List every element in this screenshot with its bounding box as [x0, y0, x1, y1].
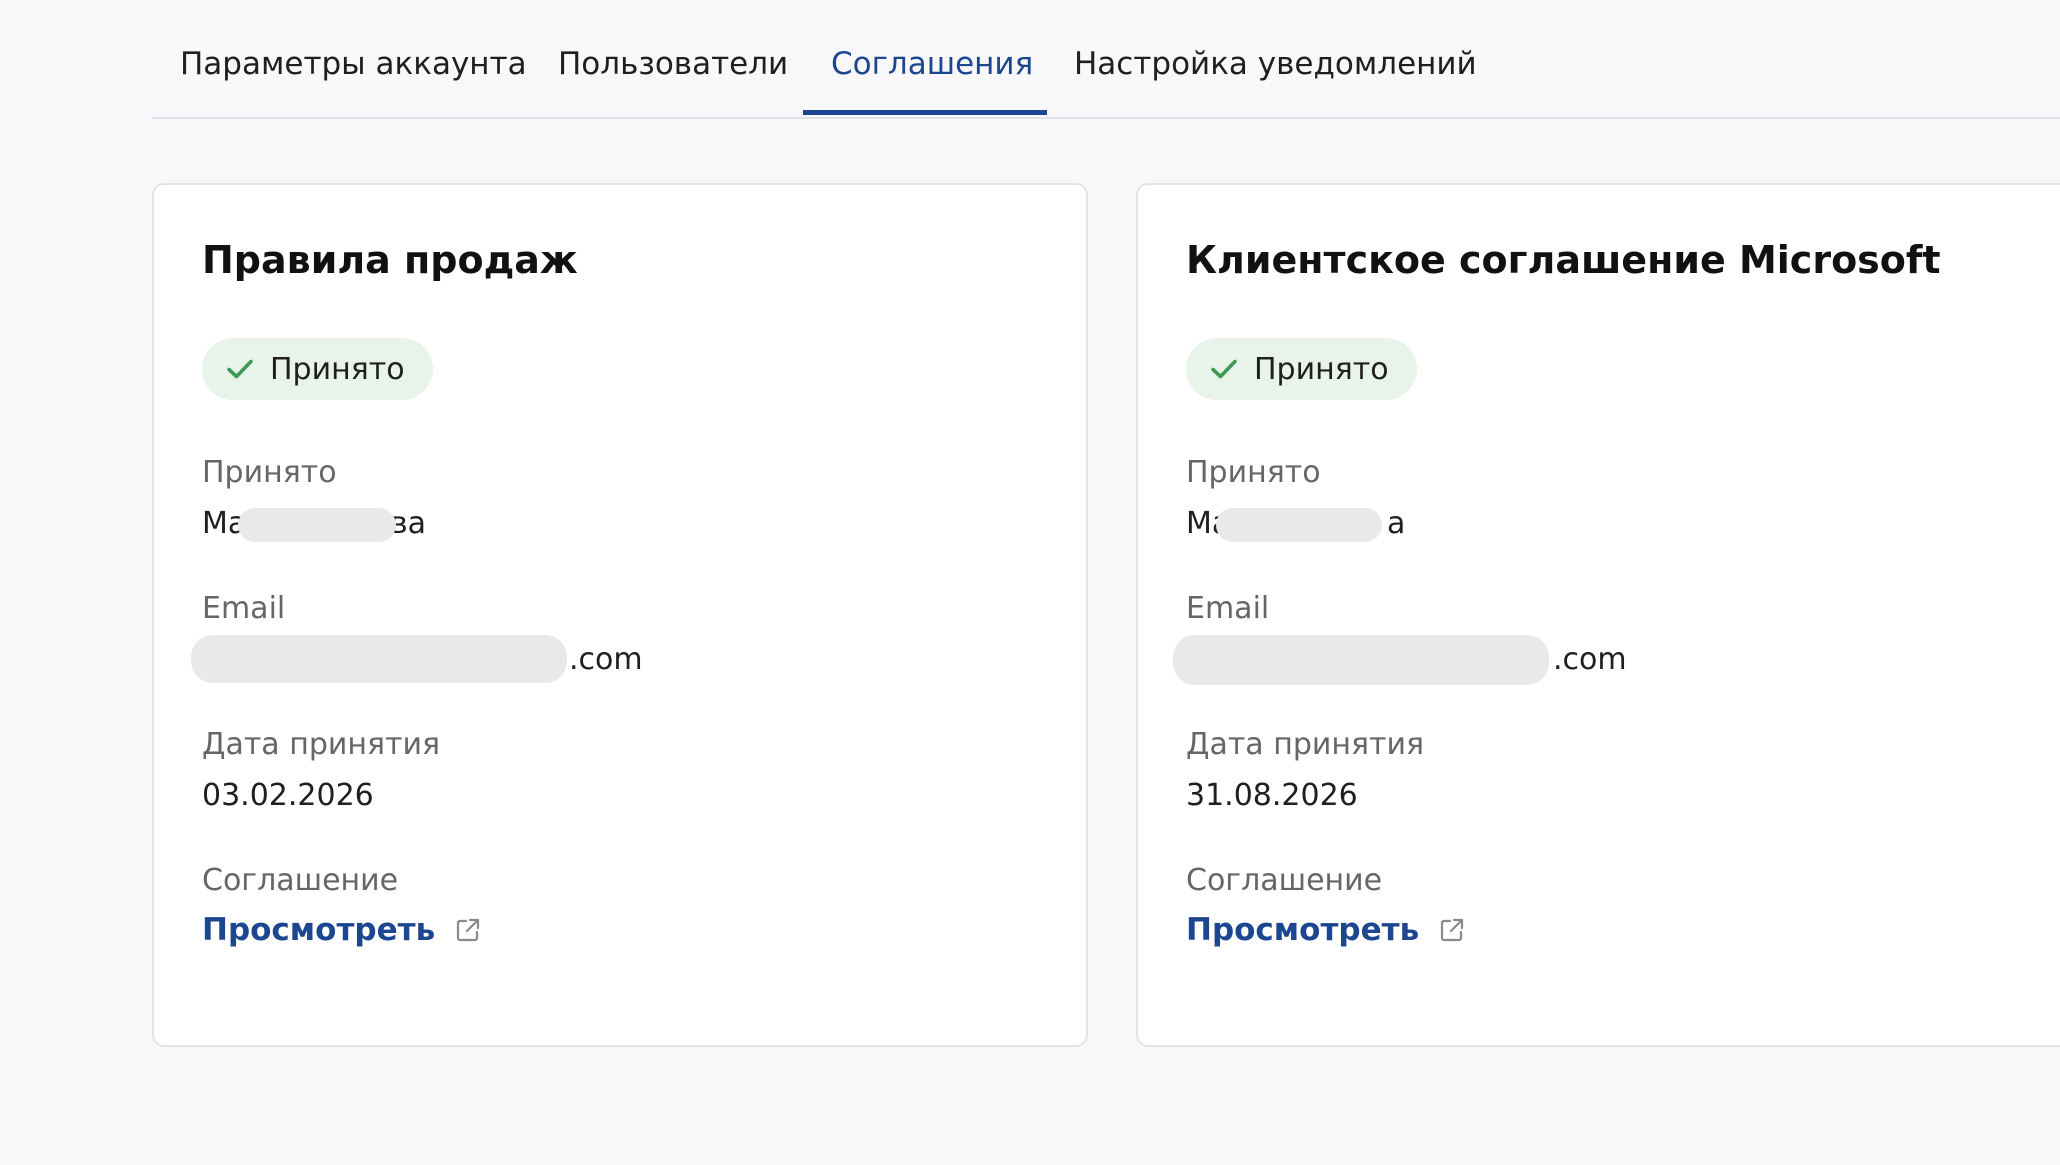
- tab-account-settings[interactable]: Параметры аккаунта: [180, 46, 527, 82]
- acceptance-date: 03.02.2026: [202, 778, 374, 813]
- redacted-email: [1173, 635, 1549, 685]
- view-agreement-link[interactable]: Просмотреть: [1186, 912, 1465, 948]
- redacted-name: [238, 508, 396, 542]
- accepted-by-label: Принято: [1186, 455, 1321, 490]
- status-text: Принято: [270, 351, 405, 387]
- tab-notification-settings[interactable]: Настройка уведомлений: [1074, 46, 1477, 82]
- card-title: Клиентское соглашение Microsoft: [1186, 238, 1941, 282]
- status-badge: Принято: [1186, 338, 1417, 400]
- checkmark-icon: [227, 359, 253, 379]
- agreement-card: Правила продаж Принято Принято Ma ва Ema…: [152, 183, 1088, 1047]
- view-link-label: Просмотреть: [202, 912, 436, 948]
- active-tab-indicator: [803, 110, 1047, 115]
- email-suffix: .com: [1553, 642, 1627, 677]
- agreement-label: Соглашение: [202, 863, 399, 898]
- view-agreement-link[interactable]: Просмотреть: [202, 912, 481, 948]
- name-suffix: a: [1387, 506, 1406, 541]
- checkmark-icon: [1211, 359, 1237, 379]
- acceptance-date: 31.08.2026: [1186, 778, 1358, 813]
- email-label: Email: [202, 591, 286, 626]
- agreement-label: Соглашение: [1186, 863, 1383, 898]
- redacted-email: [191, 635, 567, 683]
- tab-agreements[interactable]: Соглашения: [831, 46, 1033, 82]
- external-link-icon: [1441, 918, 1464, 942]
- email-suffix: .com: [569, 642, 643, 677]
- card-title: Правила продаж: [202, 238, 578, 282]
- redacted-name: [1216, 508, 1382, 542]
- tab-bar: Параметры аккаунта Пользователи Соглашен…: [152, 0, 2060, 119]
- email-label: Email: [1186, 591, 1270, 626]
- agreement-card: Клиентское соглашение Microsoft Принято …: [1136, 183, 2060, 1047]
- accepted-by-name: Ma a: [1186, 506, 1426, 542]
- accepted-by-name: Ma ва: [202, 506, 442, 542]
- status-text: Принято: [1254, 351, 1389, 387]
- acceptance-date-label: Дата принятия: [1186, 727, 1425, 762]
- view-link-label: Просмотреть: [1186, 912, 1420, 948]
- status-badge: Принято: [202, 338, 433, 400]
- acceptance-date-label: Дата принятия: [202, 727, 441, 762]
- external-link-icon: [457, 918, 480, 942]
- tab-users[interactable]: Пользователи: [558, 46, 788, 82]
- accepted-by-label: Принято: [202, 455, 337, 490]
